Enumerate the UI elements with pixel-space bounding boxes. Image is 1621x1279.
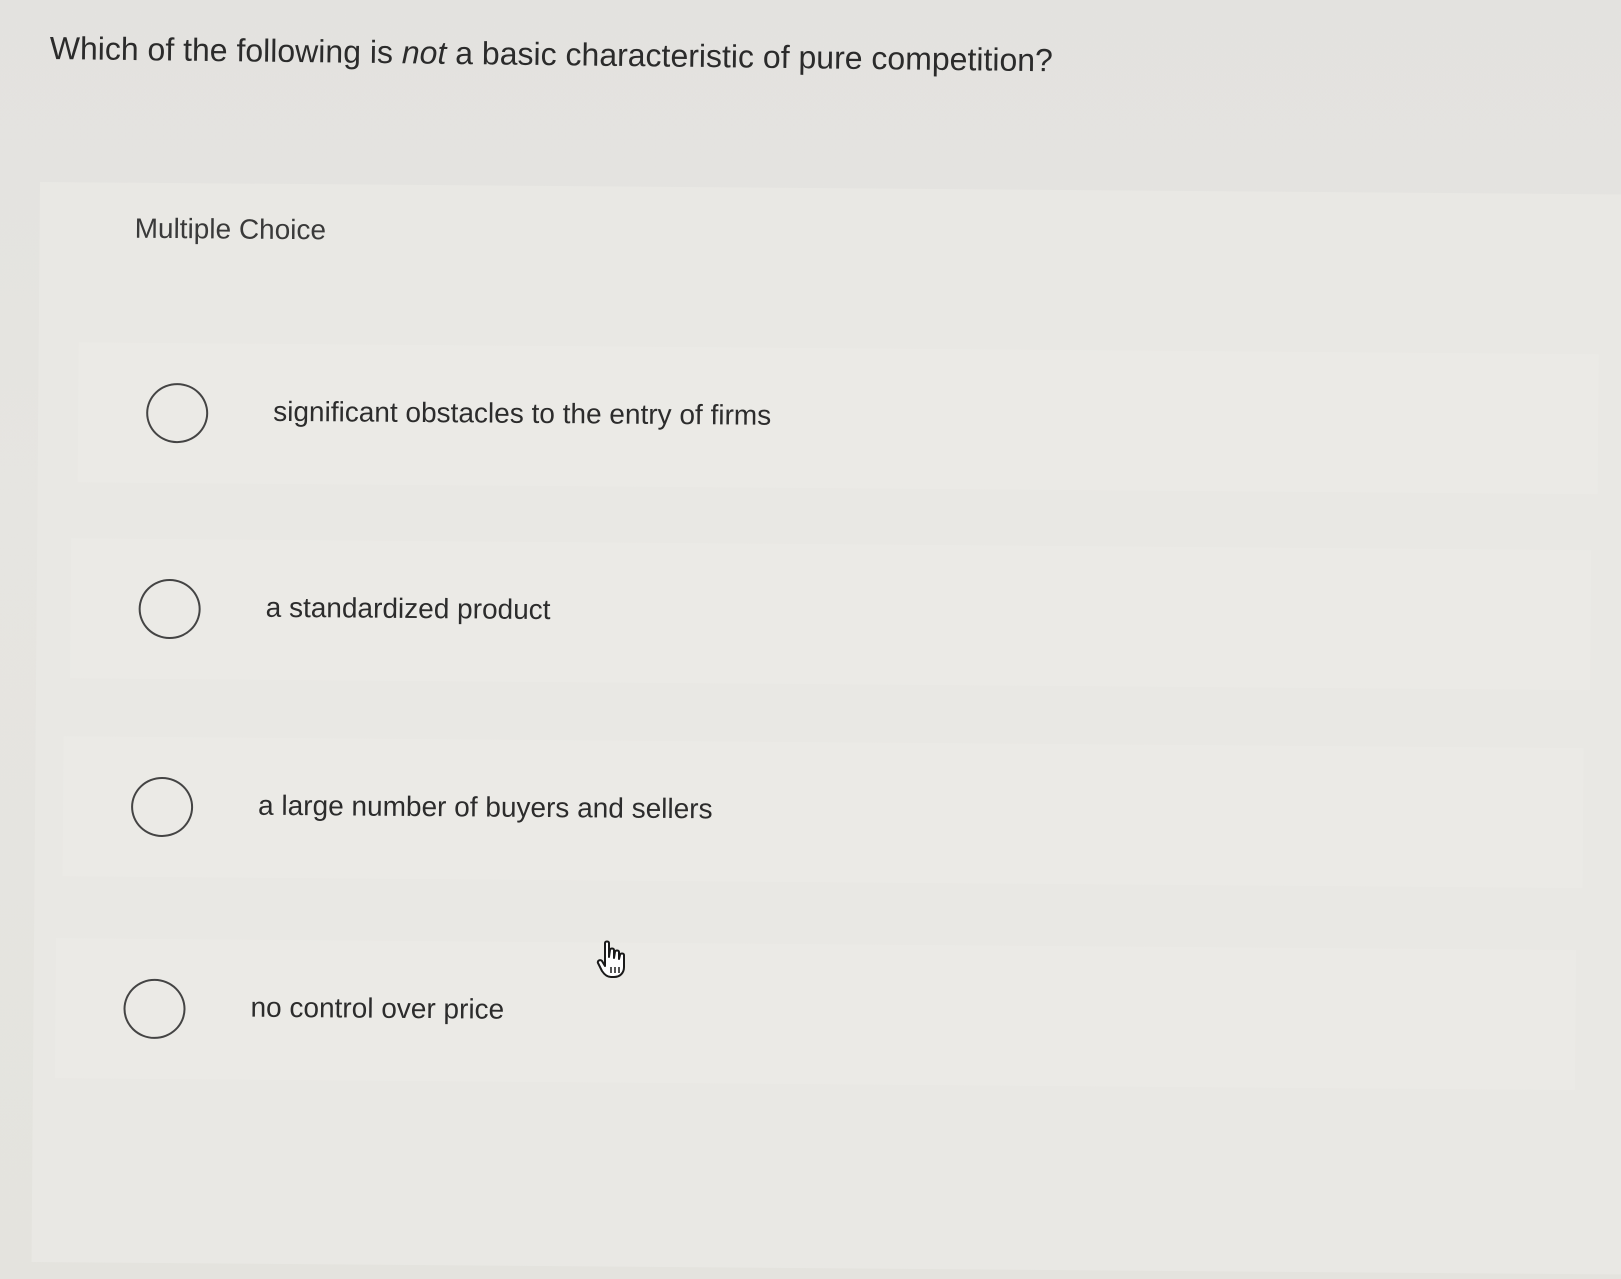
radio-button-4[interactable] xyxy=(123,978,186,1040)
answer-panel: Multiple Choice significant obstacles to… xyxy=(31,182,1621,1275)
question-type-label: Multiple Choice xyxy=(134,212,327,246)
question-text-end: a basic characteristic of pure competiti… xyxy=(446,34,1054,79)
option-3[interactable]: a large number of buyers and sellers xyxy=(62,736,1584,889)
option-4[interactable]: no control over price xyxy=(54,938,1577,1091)
radio-button-1[interactable] xyxy=(145,382,209,444)
option-2-label: a standardized product xyxy=(265,591,551,626)
question-emphasis: not xyxy=(401,34,447,71)
option-1-label: significant obstacles to the entry of fi… xyxy=(273,395,772,431)
question-text-start: Which of the following is xyxy=(49,29,403,71)
option-2[interactable]: a standardized product xyxy=(70,538,1592,691)
options-list: significant obstacles to the entry of fi… xyxy=(54,342,1599,1091)
radio-button-2[interactable] xyxy=(138,578,201,640)
hand-pointer-icon xyxy=(596,940,625,978)
option-4-label: no control over price xyxy=(250,991,505,1025)
radio-button-3[interactable] xyxy=(130,776,194,838)
option-1[interactable]: significant obstacles to the entry of fi… xyxy=(77,342,1599,495)
question-text: Which of the following is not a basic ch… xyxy=(50,28,1054,80)
option-3-label: a large number of buyers and sellers xyxy=(257,789,713,825)
